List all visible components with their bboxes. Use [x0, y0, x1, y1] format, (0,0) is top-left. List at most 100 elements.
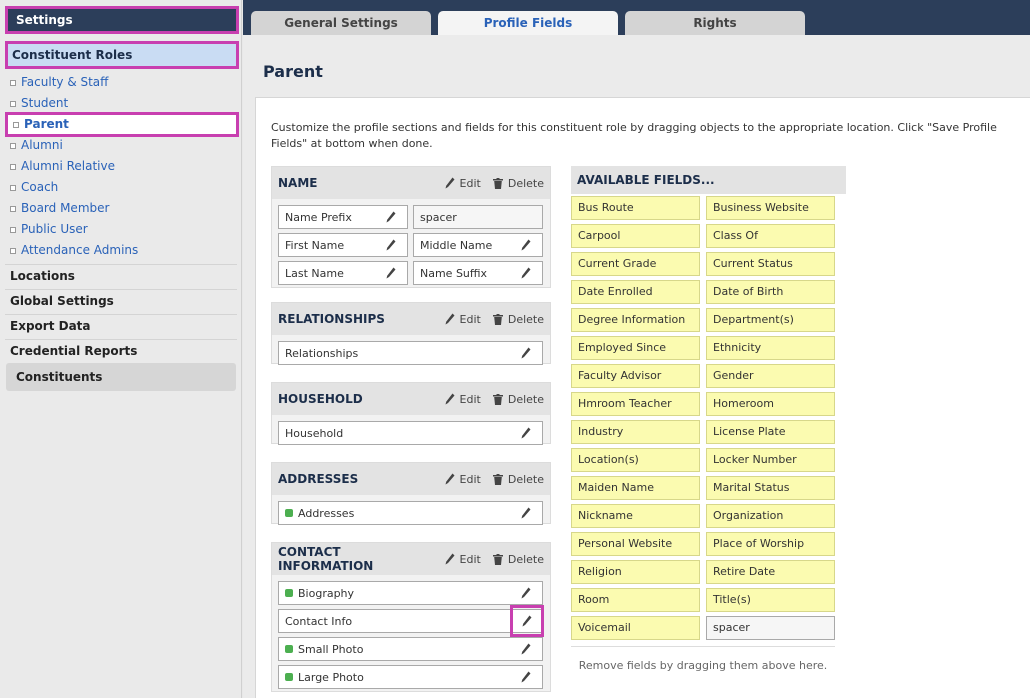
field-edit-pencil-icon[interactable]	[521, 347, 531, 359]
available-field[interactable]: Maiden Name	[571, 476, 700, 500]
trash-icon	[492, 393, 503, 405]
sidebar-role-item[interactable]: Attendance Admins	[5, 240, 239, 261]
available-field[interactable]: Date of Birth	[706, 280, 835, 304]
profile-field[interactable]: First Name	[278, 233, 408, 257]
profile-field[interactable]: Small Photo	[278, 637, 543, 661]
sidebar-divider	[5, 339, 237, 340]
available-field[interactable]: Retire Date	[706, 560, 835, 584]
available-field[interactable]: Employed Since	[571, 336, 700, 360]
visible-status-icon	[285, 509, 293, 517]
profile-field[interactable]: Name Suffix	[413, 261, 543, 285]
tab-rights[interactable]: Rights	[625, 11, 805, 35]
field-edit-pencil-icon[interactable]	[521, 643, 531, 655]
available-field[interactable]: Current Status	[706, 252, 835, 276]
available-field[interactable]: Voicemail	[571, 616, 700, 640]
field-edit-pencil-icon[interactable]	[521, 239, 531, 251]
available-field[interactable]: Degree Information	[571, 308, 700, 332]
available-field[interactable]: Business Website	[706, 196, 835, 220]
field-edit-pencil-icon[interactable]	[521, 587, 531, 599]
field-label: Name Suffix	[420, 266, 488, 280]
profile-field[interactable]: Biography	[278, 581, 543, 605]
profile-field[interactable]: Large Photo	[278, 665, 543, 689]
available-field[interactable]: Class Of	[706, 224, 835, 248]
field-label: Large Photo	[298, 670, 364, 684]
sidebar-title: Settings	[5, 6, 239, 34]
section-delete-button[interactable]: Delete	[492, 393, 544, 406]
tab-general-settings[interactable]: General Settings	[251, 11, 431, 35]
profile-field[interactable]: Relationships	[278, 341, 543, 365]
tab-profile-fields[interactable]: Profile Fields	[438, 11, 618, 35]
available-field[interactable]: Title(s)	[706, 588, 835, 612]
profile-field[interactable]: Addresses	[278, 501, 543, 525]
available-field[interactable]: Carpool	[571, 224, 700, 248]
available-field[interactable]: Personal Website	[571, 532, 700, 556]
available-field[interactable]: Department(s)	[706, 308, 835, 332]
bullet-square-icon	[13, 121, 19, 128]
available-field[interactable]: Nickname	[571, 504, 700, 528]
pencil-icon	[445, 177, 455, 189]
section-delete-button[interactable]: Delete	[492, 177, 544, 190]
sidebar-link-export-data[interactable]: Export Data	[10, 319, 91, 333]
field-label: Biography	[298, 586, 355, 600]
pencil-icon	[445, 313, 455, 325]
available-field[interactable]: Faculty Advisor	[571, 364, 700, 388]
profile-field[interactable]: Middle Name	[413, 233, 543, 257]
profile-field[interactable]: Household	[278, 421, 543, 445]
section-edit-button[interactable]: Edit	[445, 473, 481, 486]
available-field[interactable]: License Plate	[706, 420, 835, 444]
profile-field[interactable]: Contact Info	[278, 605, 544, 637]
available-field[interactable]: Date Enrolled	[571, 280, 700, 304]
available-field[interactable]: Room	[571, 588, 700, 612]
sidebar-role-item[interactable]: Coach	[5, 177, 239, 198]
section-delete-button[interactable]: Delete	[492, 313, 544, 326]
available-field[interactable]: Marital Status	[706, 476, 835, 500]
sidebar-link-global-settings[interactable]: Global Settings	[10, 294, 114, 308]
sidebar-link-credential-reports[interactable]: Credential Reports	[10, 344, 137, 358]
available-field[interactable]: Place of Worship	[706, 532, 835, 556]
constituent-roles-header[interactable]: Constituent Roles	[5, 41, 239, 69]
sidebar-link-locations[interactable]: Locations	[10, 269, 75, 283]
available-field[interactable]: Industry	[571, 420, 700, 444]
field-edit-pencil-icon[interactable]	[521, 427, 531, 439]
section-edit-button[interactable]: Edit	[445, 553, 481, 566]
profile-section: ADDRESSES Edit Delete Addresses	[271, 462, 551, 525]
profile-field[interactable]: spacer	[413, 205, 543, 229]
sidebar-role-item[interactable]: Parent	[5, 112, 239, 137]
available-field[interactable]: Homeroom	[706, 392, 835, 416]
section-edit-button[interactable]: Edit	[445, 313, 481, 326]
trash-icon	[492, 553, 503, 565]
sidebar-role-item[interactable]: Faculty & Staff	[5, 72, 239, 93]
sidebar-role-item[interactable]: Alumni	[5, 135, 239, 156]
available-field[interactable]: Gender	[706, 364, 835, 388]
field-label: Small Photo	[298, 642, 364, 656]
available-field[interactable]: Locker Number	[706, 448, 835, 472]
available-field[interactable]: spacer	[706, 616, 835, 640]
sidebar-role-item[interactable]: Alumni Relative	[5, 156, 239, 177]
sidebar-role-item[interactable]: Board Member	[5, 198, 239, 219]
sidebar-link-constituents[interactable]: Constituents	[6, 363, 236, 391]
section-delete-button[interactable]: Delete	[492, 553, 544, 566]
profile-field[interactable]: Name Prefix	[278, 205, 408, 229]
sidebar-role-item[interactable]: Public User	[5, 219, 239, 240]
field-edit-pencil-icon[interactable]	[521, 671, 531, 683]
available-field[interactable]: Location(s)	[571, 448, 700, 472]
available-field[interactable]: Ethnicity	[706, 336, 835, 360]
available-field[interactable]: Current Grade	[571, 252, 700, 276]
field-edit-pencil-icon[interactable]	[510, 605, 544, 637]
available-field[interactable]: Bus Route	[571, 196, 700, 220]
field-edit-pencil-icon[interactable]	[521, 267, 531, 279]
field-edit-pencil-icon[interactable]	[521, 507, 531, 519]
field-row: Small Photo	[272, 637, 550, 661]
sidebar-role-item[interactable]: Student	[5, 93, 239, 114]
available-field[interactable]: Hmroom Teacher	[571, 392, 700, 416]
profile-field[interactable]: Last Name	[278, 261, 408, 285]
available-field[interactable]: Religion	[571, 560, 700, 584]
field-edit-pencil-icon[interactable]	[386, 267, 396, 279]
field-edit-pencil-icon[interactable]	[386, 211, 396, 223]
section-delete-button[interactable]: Delete	[492, 473, 544, 486]
section-edit-button[interactable]: Edit	[445, 393, 481, 406]
section-edit-button[interactable]: Edit	[445, 177, 481, 190]
available-field[interactable]: Organization	[706, 504, 835, 528]
sidebar-role-label: Faculty & Staff	[21, 75, 109, 89]
field-edit-pencil-icon[interactable]	[386, 239, 396, 251]
